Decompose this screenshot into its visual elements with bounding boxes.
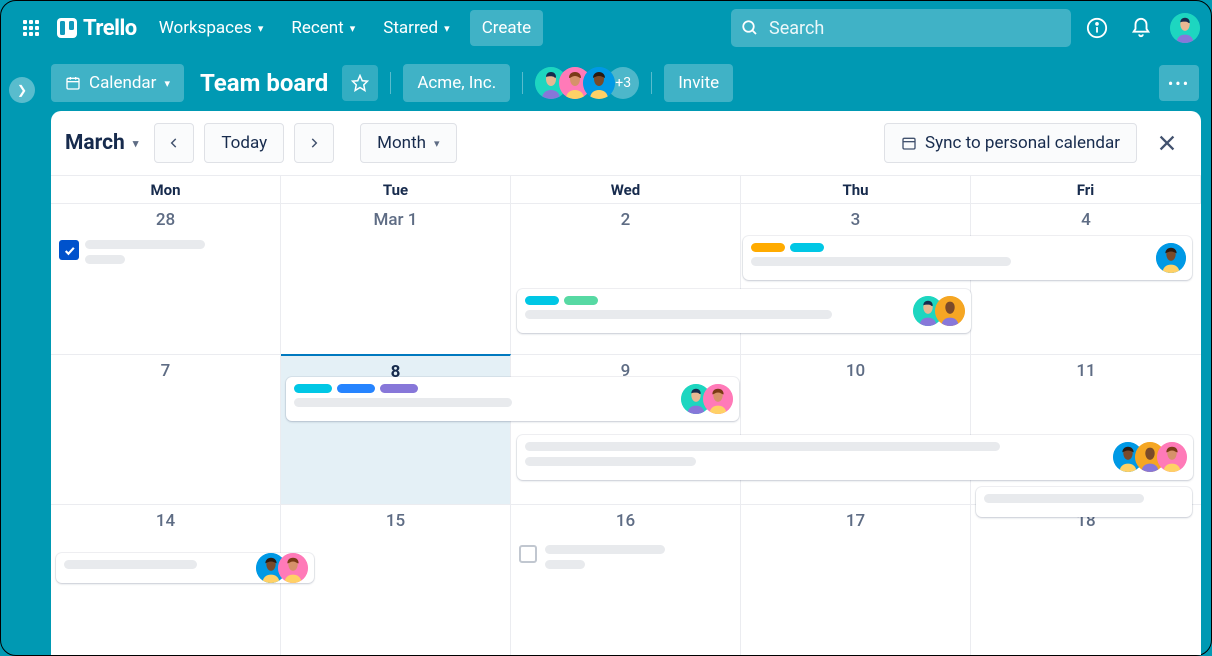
card-checked[interactable] xyxy=(59,240,272,270)
card-label xyxy=(294,384,332,393)
card-member-avatar xyxy=(1157,442,1187,472)
next-period-button[interactable] xyxy=(294,123,334,163)
day-number: 15 xyxy=(289,511,502,531)
day-of-week-header: Thu xyxy=(741,175,971,203)
calendar-card[interactable] xyxy=(286,377,739,421)
close-button[interactable] xyxy=(1147,123,1187,163)
card-label xyxy=(525,296,559,305)
sync-calendar-button[interactable]: Sync to personal calendar xyxy=(884,123,1137,163)
create-button[interactable]: Create xyxy=(470,10,544,46)
sidebar-expand-button[interactable]: ❯ xyxy=(9,77,35,103)
calendar-icon xyxy=(901,135,917,151)
calendar-view: March▾ Today Month▾ Sync to personal cal… xyxy=(51,111,1201,655)
calendar-card[interactable] xyxy=(56,553,315,583)
card-label xyxy=(564,296,598,305)
calendar-cell[interactable]: 7 xyxy=(51,354,281,505)
today-button[interactable]: Today xyxy=(204,123,284,163)
board-header: Calendar ▾ Team board Acme, Inc. +3 Invi… xyxy=(43,55,1211,111)
divider xyxy=(522,72,523,94)
card-member-avatar xyxy=(1156,243,1186,273)
day-of-week-header: Fri xyxy=(971,175,1201,203)
global-search[interactable] xyxy=(731,9,1071,47)
divider xyxy=(390,72,391,94)
calendar-grid: Mon Tue Wed Thu Fri 28 Mar 1 2 3 4 7 8 9… xyxy=(51,175,1201,655)
prev-period-button[interactable] xyxy=(154,123,194,163)
chevron-left-icon xyxy=(167,136,181,150)
calendar-cell[interactable]: 10 xyxy=(741,354,971,505)
close-icon xyxy=(1156,132,1178,154)
calendar-toolbar: March▾ Today Month▾ Sync to personal cal… xyxy=(51,111,1201,175)
chevron-down-icon: ▾ xyxy=(133,137,139,150)
chevron-down-icon: ▾ xyxy=(434,137,440,150)
calendar-card[interactable] xyxy=(517,289,971,333)
calendar-cell[interactable]: 16 xyxy=(511,504,741,655)
day-number: 7 xyxy=(59,361,272,381)
info-icon[interactable] xyxy=(1079,10,1115,46)
card-label xyxy=(790,243,824,252)
divider xyxy=(651,72,652,94)
day-number: Mar 1 xyxy=(289,210,502,230)
day-number: 16 xyxy=(519,511,732,531)
global-header: Trello Workspaces▾ Recent▾ Starred▾ Crea… xyxy=(1,1,1211,55)
day-number: 17 xyxy=(749,511,962,531)
day-number: 28 xyxy=(59,210,272,230)
calendar-cell[interactable]: 28 xyxy=(51,203,281,354)
day-number: 4 xyxy=(979,210,1193,230)
calendar-cell[interactable]: 18 xyxy=(971,504,1201,655)
card-member-avatar xyxy=(703,384,733,414)
calendar-icon xyxy=(65,75,81,91)
member-avatar[interactable] xyxy=(583,67,615,99)
calendar-cell[interactable]: 11 xyxy=(971,354,1201,505)
day-number: 10 xyxy=(749,361,962,381)
user-avatar[interactable] xyxy=(1167,10,1203,46)
calendar-card[interactable] xyxy=(743,236,1192,280)
day-of-week-header: Tue xyxy=(281,175,511,203)
card-member-avatar xyxy=(278,553,308,583)
card-label xyxy=(751,243,785,252)
chevron-down-icon: ▾ xyxy=(444,22,450,35)
invite-button[interactable]: Invite xyxy=(664,64,733,102)
card-unchecked[interactable] xyxy=(519,545,732,575)
day-number: 3 xyxy=(749,210,962,230)
workspace-button[interactable]: Acme, Inc. xyxy=(403,64,510,102)
chevron-down-icon: ▾ xyxy=(258,22,264,35)
calendar-cell[interactable]: 17 xyxy=(741,504,971,655)
chevron-down-icon: ▾ xyxy=(164,77,170,90)
day-of-week-header: Wed xyxy=(511,175,741,203)
checkbox-unchecked-icon xyxy=(519,545,537,563)
view-switcher[interactable]: Calendar ▾ xyxy=(51,64,184,102)
card-label xyxy=(380,384,418,393)
calendar-cell[interactable]: Mar 1 xyxy=(281,203,511,354)
day-number: 14 xyxy=(59,511,272,531)
star-icon xyxy=(351,74,369,92)
board-members[interactable]: +3 xyxy=(535,67,639,99)
star-board-button[interactable] xyxy=(342,65,378,101)
nav-workspaces[interactable]: Workspaces▾ xyxy=(147,10,276,46)
month-selector[interactable]: March▾ xyxy=(65,131,138,155)
search-input[interactable] xyxy=(769,18,1061,39)
day-number: 11 xyxy=(979,361,1193,381)
trello-logo[interactable]: Trello xyxy=(57,16,137,41)
calendar-card[interactable] xyxy=(976,487,1192,517)
board-menu-button[interactable]: ••• xyxy=(1159,65,1199,101)
card-member-avatar xyxy=(935,296,965,326)
search-icon xyxy=(741,19,759,37)
calendar-cell[interactable]: 15 xyxy=(281,504,511,655)
app-switcher-icon[interactable] xyxy=(15,12,47,44)
day-number: 2 xyxy=(519,210,732,230)
board-title[interactable]: Team board xyxy=(200,69,328,97)
nav-recent[interactable]: Recent▾ xyxy=(279,10,367,46)
chevron-right-icon xyxy=(307,136,321,150)
chevron-down-icon: ▾ xyxy=(350,22,356,35)
nav-starred[interactable]: Starred▾ xyxy=(371,10,461,46)
notifications-icon[interactable] xyxy=(1123,10,1159,46)
calendar-card[interactable] xyxy=(517,435,1193,480)
range-selector[interactable]: Month▾ xyxy=(360,123,456,163)
checkbox-checked-icon xyxy=(59,240,79,260)
day-of-week-header: Mon xyxy=(51,175,281,203)
card-label xyxy=(337,384,375,393)
